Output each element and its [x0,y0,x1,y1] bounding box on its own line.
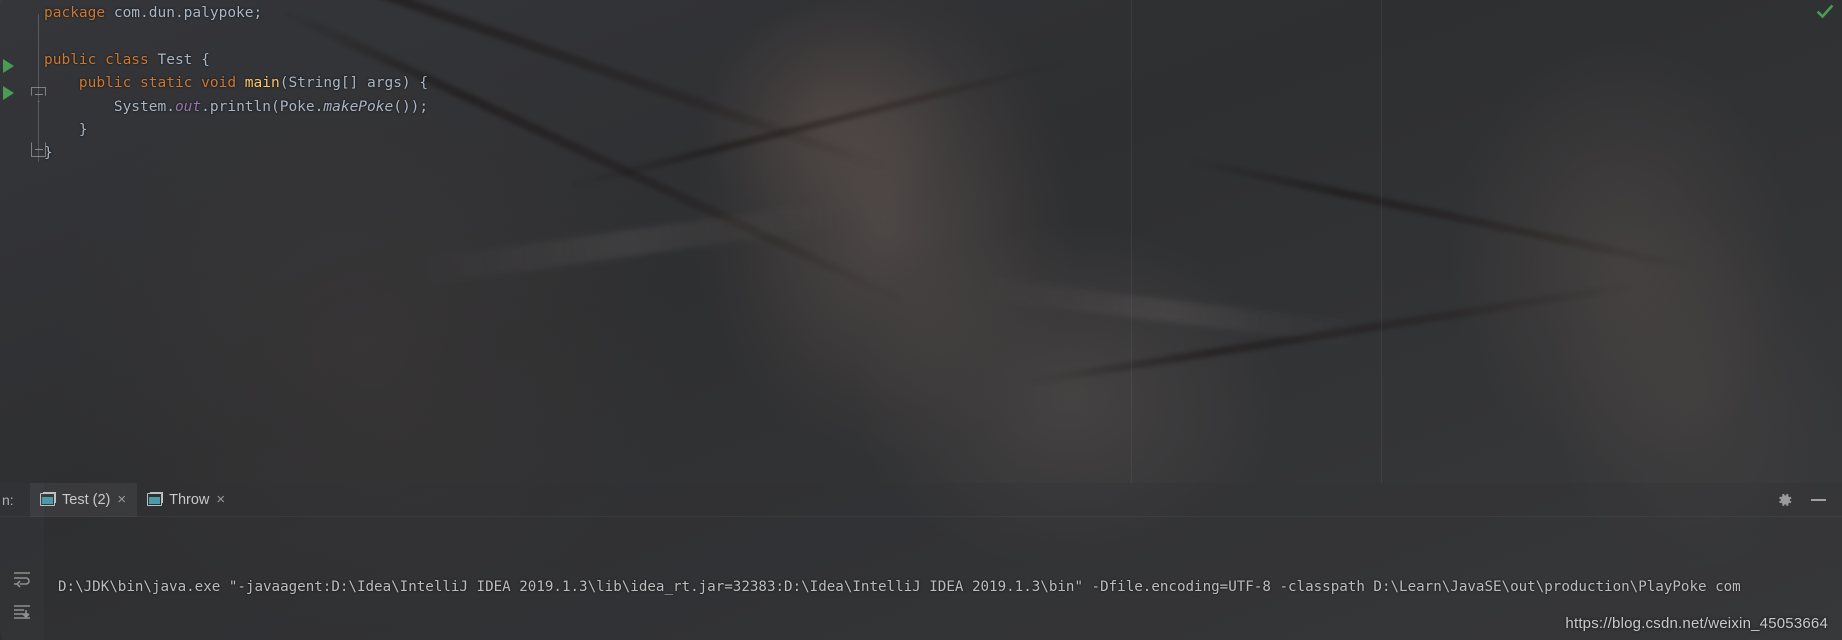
code-token: main [244,75,280,92]
code-token: (String[] args) { [279,75,429,92]
scroll-to-end-icon[interactable] [12,603,32,623]
watermark: https://blog.csdn.net/weixin_45053664 [1565,615,1828,632]
run-configuration-icon [147,493,163,506]
run-tab-label: Test (2) [62,491,111,508]
code-token: public class [44,51,149,68]
code-editor[interactable]: package com.dun.palypoke; public class T… [0,0,1842,483]
run-configuration-icon [40,493,55,506]
editor-gutter[interactable] [0,0,46,483]
code-token: Test [148,51,202,68]
code-line: } [44,142,1842,165]
run-window-toolbar [1777,483,1842,517]
code-line: public static void main(String[] args) { [44,72,1842,95]
code-token: package [44,5,106,21]
run-tab-test[interactable]: Test (2) × [30,482,138,517]
code-line: public class Test { [44,49,1842,72]
run-method-icon[interactable] [3,86,14,100]
run-window-title: n: [2,491,14,508]
run-tab-label: Throw [169,491,210,508]
run-tab-throw[interactable]: Throw × [137,483,236,517]
code-token: { [201,51,210,68]
code-line: } [44,119,1842,142]
code-line: package com.dun.palypoke; [44,2,1842,25]
run-class-icon[interactable] [3,59,14,73]
run-tabs-bar: n: Test (2) × Throw × [0,482,1842,517]
code-line: System.out.println(Poke.makePoke()); [44,96,1842,119]
gear-icon[interactable] [1777,492,1793,508]
code-token: out [174,98,202,115]
code-token: com.dun.palypoke [105,5,254,21]
soft-wrap-icon[interactable] [12,569,32,589]
close-icon[interactable]: × [117,492,126,507]
code-token: ()); [393,98,429,115]
code-token: .println(Poke. [201,98,324,115]
code-token: System. [44,98,175,115]
code-text[interactable]: package com.dun.palypoke; public class T… [44,0,1842,166]
code-token: } [44,121,88,138]
minimize-icon[interactable] [1811,499,1826,501]
code-token: } [44,145,53,162]
code-token: ; [253,5,263,21]
intellij-idea-window: package com.dun.palypoke; public class T… [0,0,1842,640]
inspection-ok-icon[interactable] [1816,3,1834,21]
code-token: makePoke [323,98,394,115]
console-command-line: D:\JDK\bin\java.exe "-javaagent:D:\Idea\… [58,579,1741,595]
close-icon[interactable]: × [216,492,225,507]
code-token: public static void [78,75,237,92]
